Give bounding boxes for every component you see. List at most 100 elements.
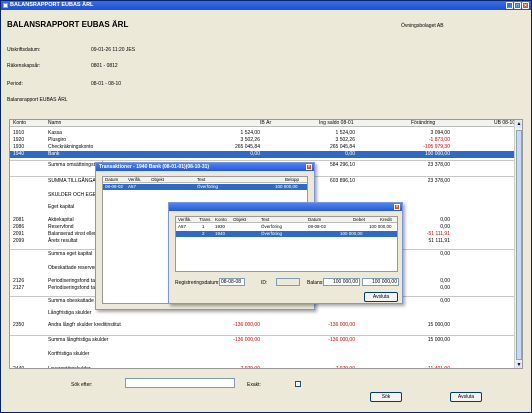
cell: Överföring	[261, 231, 283, 236]
cell-namn: Obeskattade reserver	[48, 265, 97, 271]
cell-forand: 15 000,00	[427, 337, 450, 343]
cell-namn: Eget kapital	[48, 204, 75, 210]
cell-konto: 1930	[13, 144, 25, 150]
cell-ing: 3 502,26	[335, 137, 355, 143]
list-item[interactable]: 08-08-02 A57 Överföring 100 000,00	[103, 184, 307, 190]
close-icon[interactable]: ×	[306, 164, 312, 170]
table-row[interactable]: 1930 Checkräkningskonto 265 045,84 265 045,…	[10, 144, 522, 151]
maximize-button[interactable]: □	[514, 2, 521, 9]
cell: 2	[202, 231, 205, 236]
cell-namn: Årets resultat	[48, 238, 78, 244]
cell-forand: -105 979,30	[423, 144, 450, 150]
cell-ib: 1 524,00	[240, 130, 260, 136]
exact-checkbox[interactable]	[295, 381, 301, 387]
scroll-up-icon[interactable]: ▲	[516, 121, 522, 128]
info-label: Räkenskapsår:	[7, 63, 41, 69]
list-item[interactable]: A57 1 1930 Överföring 08-08-02 100 000,0…	[176, 224, 397, 230]
cell-forand: 3 094,00	[430, 130, 450, 136]
cell-namn: Aktiekapital	[48, 217, 74, 223]
verification-dialog: × Verifik. Trans. Konto Objekt Text Datu…	[168, 202, 403, 304]
cell: 100 000,00	[369, 224, 392, 229]
col-text: Text	[261, 217, 270, 222]
close-report-button[interactable]: Avsluta	[450, 392, 482, 402]
divider	[10, 335, 516, 336]
cell-forand: 15 000,00	[427, 322, 450, 328]
info-label: Period:	[7, 81, 23, 87]
search-button[interactable]: Sök	[370, 392, 402, 402]
id-label: ID:	[261, 280, 268, 286]
reg-date-label: Registreringsdatum:	[175, 280, 220, 286]
table-row[interactable]: Kortfristiga skulder	[10, 351, 516, 358]
info-value: 0801 - 0812	[91, 63, 118, 69]
cell-ing: 265 045,84	[329, 144, 355, 150]
dialog-titlebar	[169, 203, 402, 211]
cell-namn: Summa långfristiga skulder	[48, 337, 109, 343]
cell: 1940	[215, 231, 226, 236]
cell-namn: Checkräkningskonto	[48, 144, 94, 150]
cell-forand: 100 000,00	[424, 151, 450, 157]
col-verifik: Verifik.	[178, 217, 192, 222]
table-row[interactable]: 1920Plusgiro3 502,263 502,26-1 873,001 6…	[10, 137, 516, 144]
col-text: Text	[197, 177, 206, 182]
cell-ing: 0,00	[345, 151, 355, 157]
cell: 08-08-02	[308, 224, 327, 229]
cell-konto: 1910	[13, 130, 25, 136]
col-konto: Konto	[215, 217, 227, 222]
search-input[interactable]	[125, 378, 235, 388]
cell-konto: 2086	[13, 224, 25, 230]
close-icon[interactable]: ×	[394, 204, 400, 210]
col-ib[interactable]: IB År	[260, 120, 271, 127]
balance-kredit: 100 000,00	[362, 278, 399, 286]
grid-scrollbar[interactable]: ▲ ▼	[514, 120, 522, 368]
main-window: BALANSRAPPORT EUBAS ÄRL _ □ × BALANSRAPP…	[0, 0, 532, 413]
table-row[interactable]: 2350 Andra långfr skulder kreditinstitut -…	[10, 322, 522, 329]
minimize-button[interactable]: _	[506, 2, 513, 9]
close-dialog-button[interactable]: Avsluta	[364, 292, 398, 302]
cell: 100 000,00	[340, 231, 363, 236]
col-ub[interactable]: UB 08-10	[494, 120, 515, 127]
cell-konto: 1940	[13, 151, 25, 157]
col-konto[interactable]: Konto	[13, 120, 26, 127]
col-belopp: Belopp	[285, 177, 300, 182]
cell: 1	[202, 224, 205, 229]
app-icon	[3, 3, 8, 8]
reg-date-field[interactable]: 08-08-08	[219, 278, 245, 286]
table-row[interactable]: Långfristiga skulder	[10, 310, 516, 317]
balance-label: Balans:	[307, 280, 324, 286]
cell-namn: SUMMA TILLGÅNGAR	[48, 178, 100, 184]
list-item[interactable]: 2 1940 Överföring 100 000,00	[176, 231, 397, 237]
col-verifik: Verifik.	[128, 177, 142, 182]
col-namn[interactable]: Namn	[48, 120, 61, 127]
cell-namn: Summa eget kapital	[48, 251, 93, 257]
table-row[interactable]: Summa långfristiga skulder -136 000,00 -13…	[10, 337, 522, 344]
scroll-thumb[interactable]	[516, 130, 522, 360]
cell: Överföring	[197, 184, 219, 189]
col-objekt: Objekt	[233, 217, 247, 222]
cell-namn: Leverantörsskulder	[48, 366, 91, 369]
dialog-title: Transaktioner - 1940 Bank (08-01-01)(08-…	[96, 163, 314, 171]
scroll-down-icon[interactable]: ▼	[516, 362, 522, 368]
cell-namn: Plusgiro	[48, 137, 67, 143]
table-row[interactable]: 1910Kassa1 524,001 524,003 094,004 618,0…	[10, 130, 516, 137]
cell-ib: -7 979,00	[238, 366, 260, 369]
verification-list[interactable]: Verifik. Trans. Konto Objekt Text Datum …	[175, 216, 398, 272]
cell-namn: Reservfond	[48, 224, 74, 230]
cell-namn: Bank	[48, 151, 60, 157]
cell-konto: 2081	[13, 217, 25, 223]
col-objekt: Objekt	[151, 177, 165, 182]
table-row[interactable]: 2440 Leverantörsskulder -7 979,00 -7 979,00…	[10, 366, 516, 369]
cell: A57	[128, 184, 137, 189]
cell: Överföring	[261, 224, 283, 229]
window-title: BALANSRAPPORT EUBAS ÄRL	[10, 2, 94, 8]
col-ing[interactable]: Ing saldo 08-01	[319, 120, 353, 127]
cell-namn: Balanserad vinst eller f	[48, 231, 99, 237]
table-row[interactable]: 1940Bank0,000,00100 000,00100 000,00	[10, 151, 522, 158]
cell-konto: 2440	[13, 366, 25, 369]
cell-konto: 2126	[13, 278, 25, 284]
col-forand[interactable]: Förändring	[411, 120, 435, 127]
cell: A57	[178, 224, 187, 229]
cell-ib: -136 000,00	[233, 337, 260, 343]
close-button[interactable]: ×	[522, 2, 529, 9]
cell-konto: 2127	[13, 285, 25, 291]
id-field[interactable]	[276, 278, 300, 286]
